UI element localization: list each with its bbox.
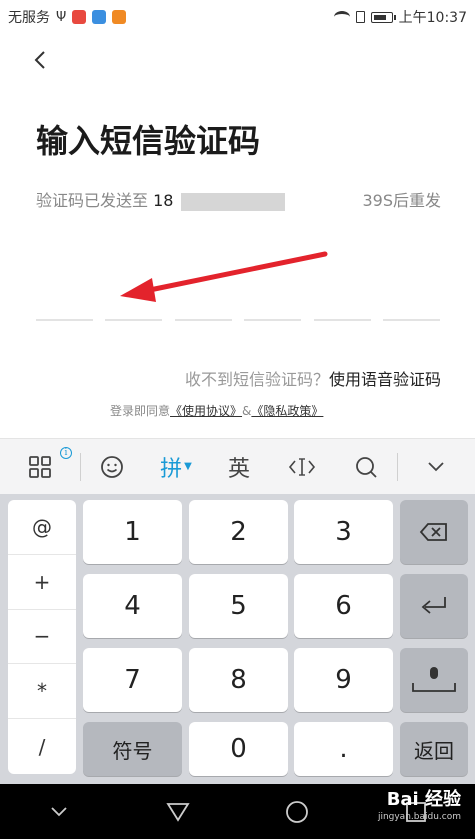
key-0[interactable]: 0 <box>189 722 288 776</box>
privacy-link[interactable]: 《隐私政策》 <box>251 404 323 418</box>
battery-icon <box>370 11 396 23</box>
key-3[interactable]: 3 <box>294 500 393 564</box>
pinyin-label: 拼 <box>160 456 183 482</box>
status-left: 无服务 Ψ <box>8 7 127 27</box>
search-button[interactable] <box>335 439 397 495</box>
collapse-keyboard-button[interactable] <box>398 439 474 495</box>
code-slot-3[interactable] <box>174 319 232 321</box>
caret-down-icon: ▼ <box>184 461 192 472</box>
backspace-icon <box>419 523 447 541</box>
code-slot-4[interactable] <box>244 319 302 321</box>
app-store-icon <box>92 10 107 24</box>
circle-home-icon <box>285 800 308 823</box>
qq-icon <box>72 10 87 24</box>
key-6[interactable]: 6 <box>294 574 393 638</box>
return-key[interactable]: 返回 <box>400 722 468 776</box>
symbol-key-minus[interactable]: − <box>8 610 76 665</box>
baidu-jingyan-watermark: Bai 经验 jingyan.baidu.com <box>378 791 461 822</box>
no-sms-text: 收不到短信验证码？ <box>184 370 329 389</box>
key-9[interactable]: 9 <box>294 648 393 712</box>
terms-link[interactable]: 《使用协议》 <box>170 404 242 418</box>
ime-toolbar: i 拼 ▼ 英 <box>0 438 475 494</box>
triangle-back-icon <box>166 802 190 822</box>
english-mode-button[interactable]: 英 <box>209 439 269 495</box>
pinyin-mode-button[interactable]: 拼 ▼ <box>143 439 209 495</box>
no-sms-line: 收不到短信验证码？使用语音验证码 <box>185 366 441 390</box>
symbol-toggle-key[interactable]: 符号 <box>83 722 182 776</box>
chevron-down-icon <box>51 806 68 816</box>
code-slot-6[interactable] <box>382 319 440 321</box>
carrier-text: 无服务 <box>8 10 50 26</box>
key-8[interactable]: 8 <box>189 648 288 712</box>
key-2[interactable]: 2 <box>189 500 288 564</box>
cursor-control-button[interactable] <box>269 439 335 495</box>
sim-icon <box>355 11 365 23</box>
symbol-key-plus[interactable]: + <box>8 555 76 610</box>
status-bar: 无服务 Ψ 上午10:37 <box>0 0 475 34</box>
key-5[interactable]: 5 <box>189 574 288 638</box>
microphone-space-icon <box>412 667 456 692</box>
agreement-line: 登录即同意《使用协议》&《隐私政策》 <box>110 402 323 419</box>
symbol-column: @ + − * / <box>8 500 76 774</box>
page-title: 输入短信验证码 <box>36 122 261 160</box>
phone-number-mask <box>180 192 285 211</box>
key-7[interactable]: 7 <box>83 648 182 712</box>
enter-key[interactable] <box>400 574 468 638</box>
backspace-key[interactable] <box>400 500 468 564</box>
red-arrow-annotation <box>120 251 328 302</box>
agreement-amp: & <box>242 404 252 418</box>
home-nav-button[interactable] <box>277 792 317 832</box>
code-slot-5[interactable] <box>313 319 371 321</box>
key-dot[interactable]: . <box>294 722 393 776</box>
search-icon <box>356 456 377 478</box>
code-input[interactable] <box>36 319 440 321</box>
status-right: 上午10:37 <box>333 7 467 27</box>
chevron-left-icon <box>34 51 45 69</box>
info-badge-icon: i <box>60 446 72 459</box>
ime-menu-button[interactable]: i <box>0 439 80 495</box>
back-button[interactable] <box>24 44 56 76</box>
cursor-move-icon <box>288 457 316 476</box>
watermark-brand: Bai 经验 <box>386 789 461 810</box>
voice-code-link[interactable]: 使用语音验证码 <box>329 370 441 389</box>
agreement-prefix: 登录即同意 <box>110 404 171 418</box>
smiley-icon <box>101 455 123 478</box>
watermark-url: jingyan.baidu.com <box>377 812 461 822</box>
resend-countdown[interactable]: 39S后重发 <box>362 187 441 211</box>
clock-text: 上午10:37 <box>398 10 467 26</box>
usb-icon: Ψ <box>56 9 67 25</box>
back-nav-button[interactable] <box>158 792 198 832</box>
symbol-key-at[interactable]: @ <box>8 500 76 555</box>
sent-to-line: 验证码已发送至 18 <box>36 187 285 211</box>
wifi-icon <box>333 11 350 23</box>
phone-prefix: 18 <box>153 191 174 210</box>
message-app-icon <box>112 10 127 24</box>
sent-label: 验证码已发送至 <box>36 191 149 210</box>
grid-icon <box>29 455 51 478</box>
symbol-key-asterisk[interactable]: * <box>8 664 76 720</box>
hide-keyboard-nav-button[interactable] <box>39 792 79 832</box>
key-4[interactable]: 4 <box>83 574 182 638</box>
chevron-down-icon <box>428 461 444 471</box>
space-voice-key[interactable] <box>400 648 468 712</box>
code-slot-1[interactable] <box>36 319 93 321</box>
key-1[interactable]: 1 <box>83 500 182 564</box>
emoji-button[interactable] <box>81 439 143 495</box>
enter-icon <box>421 597 446 614</box>
numeric-keyboard: @ + − * / 1 2 3 4 5 6 7 8 9 符号 0 . 返回 <box>0 494 475 784</box>
english-label: 英 <box>227 456 250 482</box>
symbol-key-slash[interactable]: / <box>8 719 76 774</box>
code-slot-2[interactable] <box>105 319 163 321</box>
